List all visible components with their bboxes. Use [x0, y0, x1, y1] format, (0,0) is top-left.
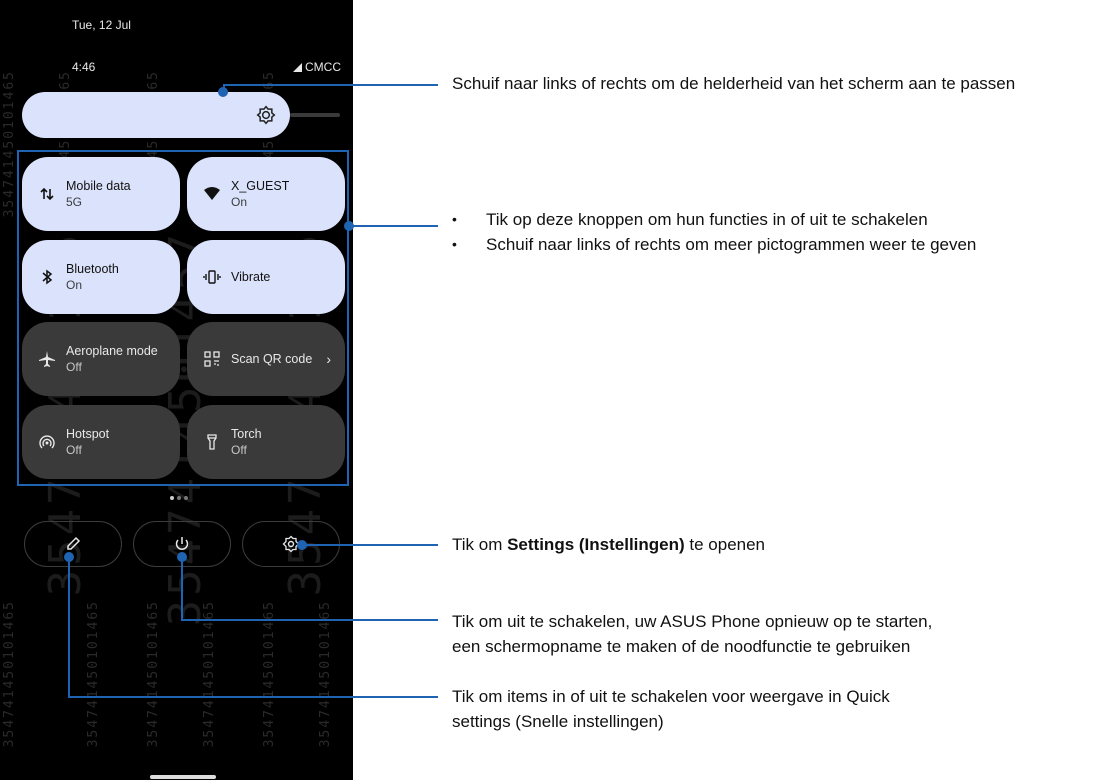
navigation-handle[interactable]: [150, 775, 216, 779]
watermark-text: 354741450101465: [2, 600, 17, 748]
brightness-slider[interactable]: [22, 92, 290, 138]
callout-line: [302, 544, 438, 546]
callout-settings-suffix: te openen: [684, 535, 766, 554]
callout-line: [181, 619, 438, 621]
page-indicator: [170, 496, 188, 500]
watermark-text: 354741450101465: [202, 600, 217, 748]
status-carrier: CMCC: [293, 60, 341, 74]
callout-bullet: Tik op deze knoppen om hun functies in o…: [452, 207, 976, 232]
callout-edit: Tik om items in of uit te schakelen voor…: [452, 684, 890, 734]
callout-line: [223, 84, 438, 86]
phone-screen: 354741450101465 354741450101465 35474145…: [0, 0, 353, 780]
power-icon: [175, 537, 189, 551]
carrier-label: CMCC: [305, 60, 341, 74]
page-dot: [184, 496, 188, 500]
callout-power-line1: Tik om uit te schakelen, uw ASUS Phone o…: [452, 612, 933, 631]
callout-bullet: Schuif naar links of rechts om meer pict…: [452, 232, 976, 257]
callout-line: [68, 696, 438, 698]
pencil-icon: [67, 536, 81, 550]
status-date: Tue, 12 Jul: [72, 18, 131, 32]
callout-power-line2: een schermopname te maken of de noodfunc…: [452, 637, 911, 656]
callout-tiles: Tik op deze knoppen om hun functies in o…: [452, 207, 976, 257]
signal-icon: [293, 62, 302, 72]
status-time: 4:46: [72, 60, 96, 74]
callout-line: [68, 556, 70, 697]
callout-settings-prefix: Tik om: [452, 535, 508, 554]
callout-line: [223, 84, 225, 92]
edit-button[interactable]: [24, 521, 122, 567]
callout-line: [181, 556, 183, 620]
quick-settings-highlight: [17, 150, 349, 486]
callout-line: [349, 225, 438, 227]
watermark-text: 354741450101465: [318, 600, 333, 748]
callout-power: Tik om uit te schakelen, uw ASUS Phone o…: [452, 609, 932, 659]
callout-brightness: Schuif naar links of rechts om de helder…: [452, 74, 1016, 93]
callout-settings-bold: Settings (Instellingen): [507, 535, 685, 554]
watermark-text: 354741450101465: [2, 70, 17, 218]
page-dot: [177, 496, 181, 500]
brightness-icon: [256, 105, 276, 125]
page-dot: [170, 496, 174, 500]
watermark-text: 354741450101465: [262, 600, 277, 748]
callout-settings: Tik om Settings (Instellingen) te openen: [452, 532, 765, 557]
brightness-track[interactable]: [290, 113, 340, 117]
watermark-text: 354741450101465: [86, 600, 101, 748]
callout-edit-line1: Tik om items in of uit te schakelen voor…: [452, 687, 890, 706]
watermark-text: 354741450101465: [146, 600, 161, 748]
callout-edit-line2: settings (Snelle instellingen): [452, 712, 664, 731]
